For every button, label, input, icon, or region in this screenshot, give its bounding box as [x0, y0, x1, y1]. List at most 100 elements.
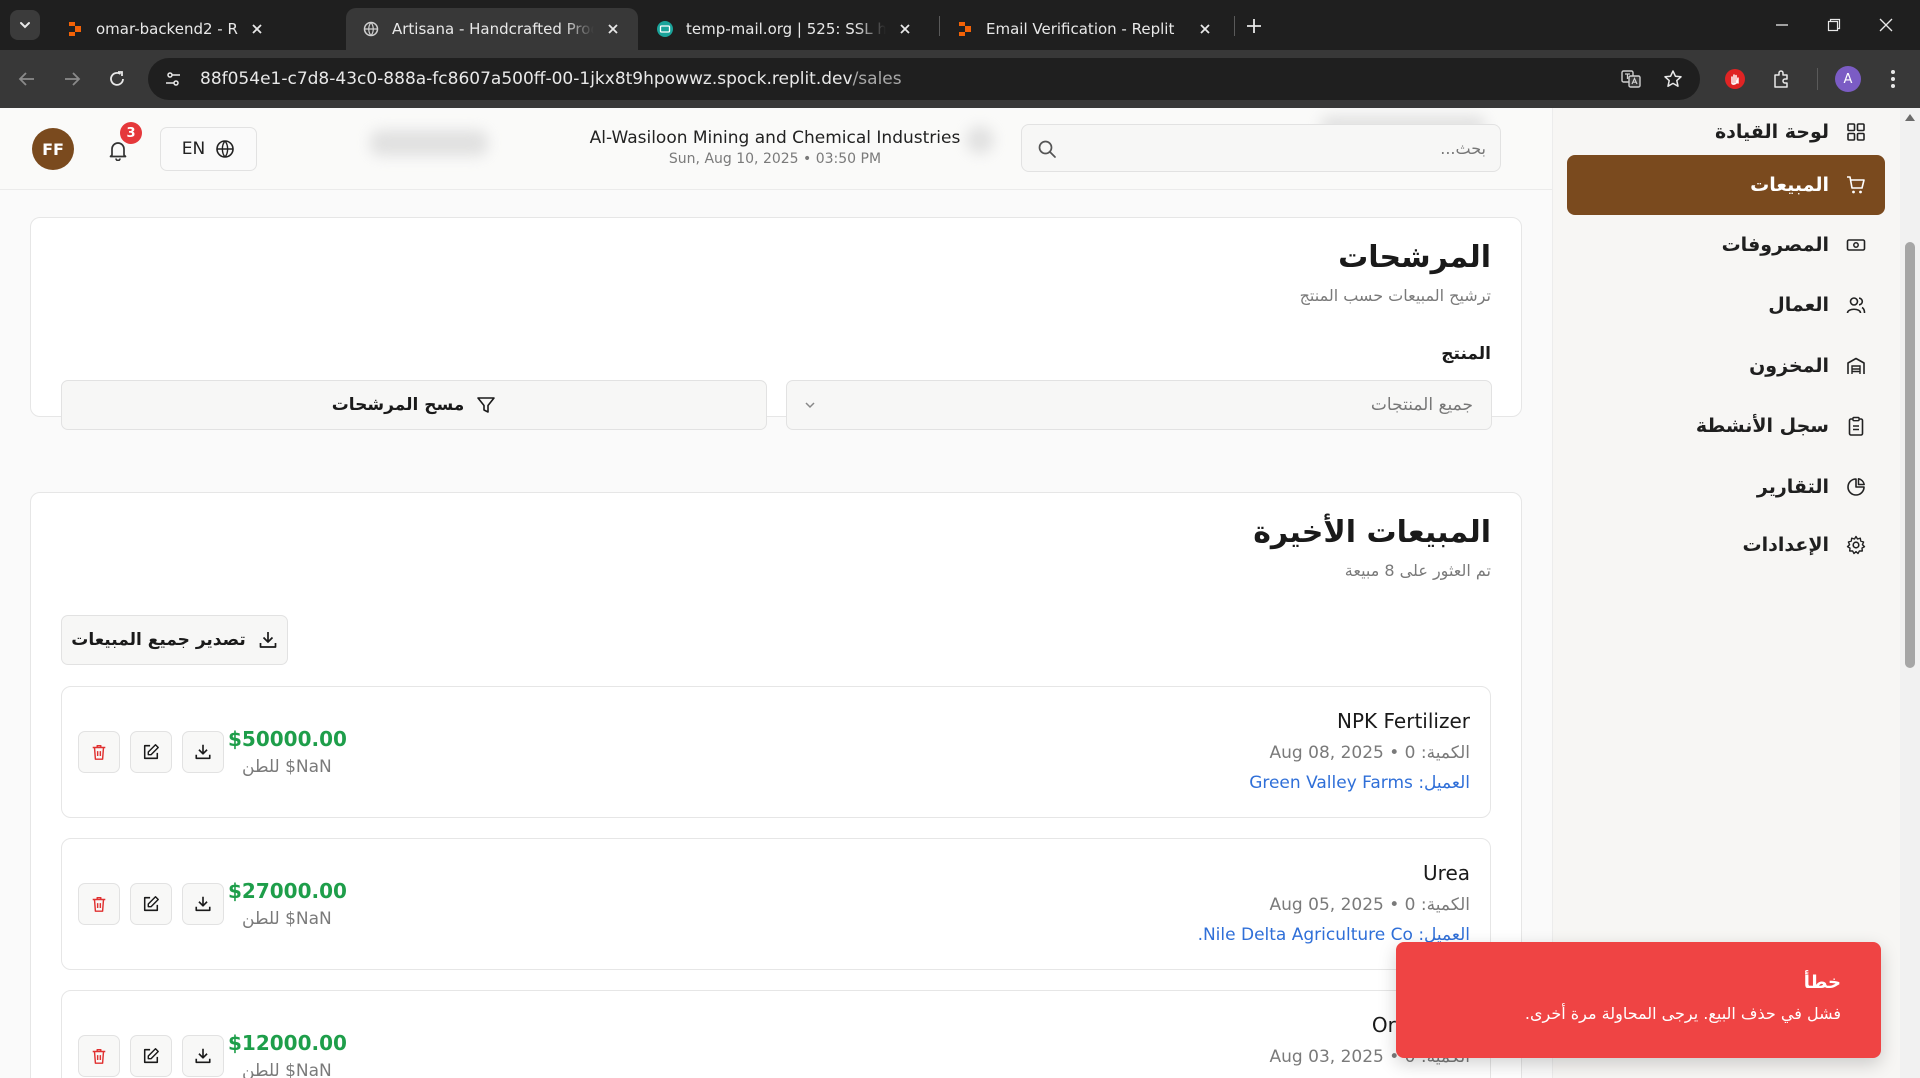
arrow-right-icon — [65, 72, 81, 86]
toast-message: فشل في حذف البيع. يرجى المحاولة مرة أخرى… — [1524, 1004, 1841, 1023]
tab-search-button[interactable] — [10, 10, 40, 40]
trash-icon — [92, 744, 106, 760]
language-toggle-button[interactable]: EN — [160, 127, 257, 171]
arrow-left-icon — [18, 72, 34, 86]
company-name: Al-Wasiloon Mining and Chemical Industri… — [589, 128, 961, 148]
chevron-down-icon — [805, 402, 815, 409]
filters-card: المرشحات ترشيح المبيعات حسب المنتج المنت… — [30, 217, 1522, 430]
export-all-sales-button[interactable]: تصدير جميع المبيعات — [61, 615, 288, 665]
toast-title: خطأ — [1803, 972, 1841, 993]
product-select[interactable]: جميع المنتجات — [786, 380, 1492, 430]
delete-sale-button[interactable] — [78, 731, 120, 773]
close-tab-icon[interactable] — [1194, 18, 1216, 40]
star-icon[interactable] — [1658, 64, 1688, 94]
edit-sale-button[interactable] — [130, 731, 172, 773]
minimize-button[interactable] — [1762, 10, 1802, 40]
restore-button[interactable] — [1814, 10, 1854, 40]
users-icon — [1845, 294, 1867, 316]
site-info-icon[interactable] — [158, 64, 188, 94]
address-bar[interactable]: 88f054e1-c7d8-43c0-888a-fc8607a500ff-00-… — [148, 58, 1700, 100]
search-icon — [1038, 140, 1056, 158]
search-box — [1021, 124, 1501, 172]
sale-customer: العميل: Green Valley Farms — [1249, 773, 1470, 793]
filters-title: المرشحات — [1338, 240, 1491, 275]
extensions-puzzle-icon[interactable] — [1766, 64, 1796, 94]
restore-icon — [1827, 18, 1841, 32]
sidebar: لوحة القيادة المبيعات المصروفات العمال ا… — [1552, 108, 1900, 1078]
user-avatar[interactable]: FF — [32, 128, 74, 170]
edit-icon — [143, 1048, 159, 1064]
notification-count-badge: 3 — [120, 122, 142, 144]
recent-sales-card: المبيعات الأخيرة تم العثور على 8 مبيعة ت… — [30, 492, 1522, 1078]
pie-chart-icon — [1845, 476, 1867, 498]
download-invoice-button[interactable] — [182, 883, 224, 925]
reload-button[interactable] — [102, 64, 132, 94]
tab-separator — [1234, 16, 1235, 36]
filters-subtitle: ترشيح المبيعات حسب المنتج — [1299, 286, 1491, 305]
sidebar-item-workers[interactable]: العمال — [1567, 275, 1885, 335]
current-datetime: Sun, Aug 10, 2025 • 03:50 PM — [668, 151, 882, 167]
trash-icon — [92, 1048, 106, 1064]
cart-icon — [1845, 174, 1867, 196]
delete-sale-button[interactable] — [78, 883, 120, 925]
translate-icon[interactable] — [1616, 64, 1646, 94]
page-scrollbar[interactable] — [1900, 108, 1920, 1078]
sidebar-item-settings[interactable]: الإعدادات — [1567, 515, 1885, 575]
close-window-button[interactable] — [1866, 10, 1906, 40]
browser-tab-strip: omar-backend2 - Replit Artisana - Handcr… — [0, 0, 1920, 50]
edit-sale-button[interactable] — [130, 1035, 172, 1077]
sale-price-per-ton: NaN$ للطن — [242, 909, 332, 929]
close-tab-icon[interactable] — [602, 18, 624, 40]
sale-price-per-ton: NaN$ للطن — [242, 757, 332, 777]
new-tab-button[interactable] — [1240, 12, 1268, 40]
sale-item: Organic C Aug 03, 2025 • الكمية: 0 $1200… — [61, 990, 1491, 1078]
close-icon — [1879, 18, 1893, 32]
globe-icon — [362, 20, 380, 38]
forward-button[interactable] — [57, 64, 87, 94]
tab-email-verification[interactable]: Email Verification - Replit — [940, 8, 1230, 50]
browser-toolbar: 88f054e1-c7d8-43c0-888a-fc8607a500ff-00-… — [0, 50, 1920, 108]
sidebar-item-dashboard[interactable]: لوحة القيادة — [1567, 108, 1885, 162]
sidebar-item-reports[interactable]: التقارير — [1567, 457, 1885, 517]
scroll-thumb[interactable] — [1905, 242, 1915, 668]
sale-total-price: $27000.00 — [228, 879, 347, 903]
close-tab-icon[interactable] — [246, 18, 268, 40]
sidebar-item-sales[interactable]: المبيعات — [1567, 155, 1885, 215]
close-tab-icon[interactable] — [894, 18, 916, 40]
sidebar-item-expenses[interactable]: المصروفات — [1567, 215, 1885, 275]
download-icon — [195, 1048, 211, 1064]
clear-filters-button[interactable]: مسح المرشحات — [61, 380, 767, 430]
edit-sale-button[interactable] — [130, 883, 172, 925]
tab-title: Artisana - Handcrafted Products — [392, 20, 594, 38]
back-button[interactable] — [12, 64, 42, 94]
tab-omar-backend2[interactable]: omar-backend2 - Replit — [50, 8, 282, 50]
scroll-up-arrow[interactable] — [1905, 114, 1915, 121]
extension-hand-icon[interactable] — [1720, 64, 1750, 94]
search-input[interactable] — [1070, 125, 1486, 171]
company-block: Al-Wasiloon Mining and Chemical Industri… — [560, 128, 990, 167]
chevron-down-icon — [20, 22, 30, 29]
tab-temp-mail[interactable]: temp-mail.org | 525: SSL handshake — [640, 8, 930, 50]
edit-icon — [143, 896, 159, 912]
sidebar-item-label: سجل الأنشطة — [1695, 415, 1829, 437]
trash-icon — [92, 896, 106, 912]
tab-title: temp-mail.org | 525: SSL handshake — [686, 20, 886, 38]
sale-item: NPK Fertilizer Aug 08, 2025 • الكمية: 0 … — [61, 686, 1491, 818]
download-invoice-button[interactable] — [182, 1035, 224, 1077]
sale-date-quantity: Aug 05, 2025 • الكمية: 0 — [1269, 895, 1470, 915]
download-invoice-button[interactable] — [182, 731, 224, 773]
sidebar-item-label: المخزون — [1749, 355, 1829, 377]
download-icon — [195, 744, 211, 760]
sidebar-item-inventory[interactable]: المخزون — [1567, 336, 1885, 396]
minimize-icon — [1776, 24, 1788, 26]
error-toast[interactable]: خطأ فشل في حذف البيع. يرجى المحاولة مرة … — [1396, 942, 1881, 1058]
delete-sale-button[interactable] — [78, 1035, 120, 1077]
browser-menu-icon[interactable] — [1878, 64, 1908, 94]
profile-avatar[interactable]: A — [1835, 66, 1861, 92]
sidebar-item-activity-log[interactable]: سجل الأنشطة — [1567, 396, 1885, 456]
sidebar-item-label: التقارير — [1756, 476, 1829, 498]
replit-icon — [956, 20, 974, 38]
edit-icon — [143, 744, 159, 760]
tab-artisana[interactable]: Artisana - Handcrafted Products — [346, 8, 638, 50]
sale-total-price: $12000.00 — [228, 1031, 347, 1055]
